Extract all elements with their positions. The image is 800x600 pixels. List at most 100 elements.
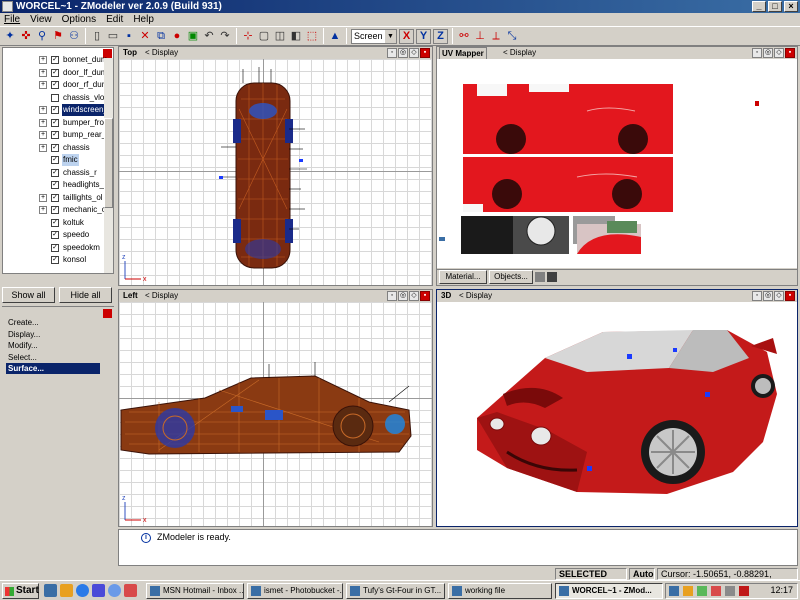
app-icon[interactable] bbox=[124, 584, 137, 597]
expand-icon[interactable]: + bbox=[39, 56, 47, 64]
visibility-checkbox[interactable]: ✓ bbox=[51, 256, 59, 264]
transform-icon[interactable]: ⤡ bbox=[505, 29, 519, 43]
box-view-icon[interactable]: ▢ bbox=[257, 29, 271, 43]
command-item[interactable]: Create... bbox=[6, 317, 100, 328]
viewport-canvas[interactable]: z x bbox=[119, 302, 432, 526]
command-item[interactable]: Select... bbox=[6, 352, 100, 363]
objects-button[interactable]: Objects... bbox=[489, 270, 533, 284]
tree-item[interactable]: ✓ speedo bbox=[3, 229, 103, 241]
cube-wire-icon[interactable]: ◧ bbox=[289, 29, 303, 43]
grid-snap-icon[interactable]: ⊹ bbox=[241, 29, 255, 43]
browser-icon[interactable] bbox=[76, 584, 89, 597]
axis-lock-icon[interactable]: ⟂ bbox=[489, 29, 503, 43]
save-file-icon[interactable]: ▪ bbox=[122, 29, 136, 43]
pointer-icon[interactable]: ▲ bbox=[328, 29, 342, 43]
extents-icon[interactable]: ◇ bbox=[409, 48, 419, 58]
pin-icon[interactable]: ◦ bbox=[752, 48, 762, 58]
pin-icon[interactable]: ◦ bbox=[387, 291, 397, 301]
visibility-checkbox[interactable]: ✓ bbox=[51, 106, 59, 114]
maximize-button[interactable]: □ bbox=[768, 1, 782, 12]
material-button[interactable]: Material... bbox=[439, 270, 487, 284]
start-button[interactable]: Start bbox=[2, 583, 39, 599]
menu-options[interactable]: Options bbox=[62, 13, 96, 26]
maximize-viewport-icon[interactable]: ▪ bbox=[420, 291, 430, 301]
expand-icon[interactable]: + bbox=[39, 81, 47, 89]
viewport-3d[interactable]: 3D < Display ◦ ◎ ◇ ▪ bbox=[436, 289, 798, 527]
zoom-icon[interactable]: ◎ bbox=[398, 48, 408, 58]
pin-icon[interactable]: ◦ bbox=[387, 48, 397, 58]
tree-item[interactable]: ✓ chassis_r bbox=[3, 167, 103, 179]
record-icon[interactable]: ● bbox=[170, 29, 184, 43]
run-tool-icon[interactable]: ⚑ bbox=[51, 29, 65, 43]
visibility-checkbox[interactable]: ✓ bbox=[51, 218, 59, 227]
tree-item[interactable]: + ✓ door_lf_dum bbox=[3, 67, 107, 79]
move-tool-icon[interactable]: ✜ bbox=[19, 29, 33, 43]
minimize-button[interactable]: _ bbox=[752, 1, 766, 12]
viewport-uv-mapper[interactable]: UV Mapper < Display ◦ ◎ ◇ ▪ Material... … bbox=[436, 46, 798, 286]
tree-item[interactable]: + ✓ bump_rear_ bbox=[3, 129, 106, 141]
maximize-view-icon[interactable]: ⬚ bbox=[305, 29, 319, 43]
axis-y-button[interactable]: Y bbox=[416, 28, 431, 44]
magnet-icon[interactable]: ⚯ bbox=[457, 29, 471, 43]
tree-item[interactable]: + ✓ windscreen_ bbox=[3, 104, 109, 116]
visibility-checkbox[interactable]: ✓ bbox=[51, 81, 59, 89]
figure-tool-icon[interactable]: ⚇ bbox=[67, 29, 81, 43]
tree-item[interactable]: + ✓ taillights_ol bbox=[3, 192, 103, 204]
visibility-checkbox[interactable]: ✓ bbox=[51, 56, 59, 64]
tree-item[interactable]: + ✓ mechanic_ok bbox=[3, 204, 110, 216]
visibility-checkbox[interactable]: ✓ bbox=[51, 68, 59, 77]
command-item[interactable]: Modify... bbox=[6, 340, 100, 351]
viewport-canvas[interactable] bbox=[437, 302, 797, 526]
taskbar-button[interactable]: MSN Hotmail - Inbox ... bbox=[146, 583, 244, 599]
axis-gizmo-icon[interactable]: ⊥ bbox=[473, 29, 487, 43]
maximize-viewport-icon[interactable]: ▪ bbox=[785, 48, 795, 58]
zoom-icon[interactable]: ◎ bbox=[763, 48, 773, 58]
tree-item[interactable]: ✓ speedokm bbox=[3, 242, 103, 254]
copy-icon[interactable]: ⧉ bbox=[154, 29, 168, 43]
menu-file[interactable]: File bbox=[4, 13, 20, 26]
visibility-checkbox[interactable]: ✓ bbox=[51, 181, 59, 189]
axis-x-button[interactable]: X bbox=[399, 28, 414, 44]
delete-icon[interactable]: ✕ bbox=[138, 29, 152, 43]
zoom-icon[interactable]: ◎ bbox=[763, 291, 773, 301]
taskbar-button[interactable]: WORCEL~1 - ZMod... bbox=[555, 583, 663, 599]
close-button[interactable]: × bbox=[784, 1, 798, 12]
tree-item[interactable]: + ✓ chassis bbox=[3, 142, 103, 154]
taskbar-button[interactable]: ismet - Photobucket -... bbox=[247, 583, 343, 599]
command-item[interactable]: Display... bbox=[6, 329, 100, 340]
viewport-top[interactable]: Top < Display ◦ ◎ ◇ ▪ z x bbox=[118, 46, 433, 286]
tree-item[interactable]: chassis_vlo bbox=[3, 92, 104, 104]
tree-scrollbar[interactable] bbox=[104, 58, 113, 273]
tray-app-icon[interactable] bbox=[683, 586, 693, 596]
explorer-icon[interactable] bbox=[60, 584, 73, 597]
menu-edit[interactable]: Edit bbox=[106, 13, 123, 26]
close-icon[interactable] bbox=[103, 309, 112, 318]
maximize-viewport-icon[interactable]: ▪ bbox=[785, 291, 795, 301]
expand-icon[interactable]: + bbox=[39, 68, 47, 77]
volume-icon[interactable] bbox=[725, 586, 735, 596]
viewport-mode[interactable]: < Display bbox=[459, 290, 492, 302]
undo-icon[interactable]: ↶ bbox=[202, 29, 216, 43]
swatch-icon[interactable] bbox=[547, 272, 557, 282]
messenger-icon[interactable] bbox=[92, 584, 105, 597]
visibility-checkbox[interactable]: ✓ bbox=[51, 131, 59, 139]
visibility-checkbox[interactable]: ✓ bbox=[51, 206, 59, 214]
render-icon[interactable]: ▣ bbox=[186, 29, 200, 43]
visibility-checkbox[interactable]: ✓ bbox=[51, 156, 59, 164]
taskbar-button[interactable]: working file bbox=[448, 583, 552, 599]
expand-icon[interactable]: + bbox=[39, 131, 47, 139]
menu-help[interactable]: Help bbox=[133, 13, 154, 26]
show-all-button[interactable]: Show all bbox=[2, 287, 55, 303]
tree-item[interactable]: + ✓ bonnet_dum bbox=[3, 54, 107, 66]
visibility-checkbox[interactable]: ✓ bbox=[51, 231, 59, 239]
tree-item[interactable]: ✓ koltuk bbox=[3, 217, 103, 229]
visibility-checkbox[interactable]: ✓ bbox=[51, 118, 59, 127]
viewport-canvas[interactable]: z x bbox=[119, 59, 432, 285]
tray-app-icon[interactable] bbox=[711, 586, 721, 596]
tree-item[interactable]: + ✓ bumper_fror bbox=[3, 117, 107, 129]
maximize-viewport-icon[interactable]: ▪ bbox=[420, 48, 430, 58]
command-item[interactable]: Surface... bbox=[6, 363, 100, 374]
uv-texture-canvas[interactable] bbox=[437, 59, 797, 268]
tree-item[interactable]: ✓ headlights_c bbox=[3, 179, 108, 191]
cube-view-icon[interactable]: ◫ bbox=[273, 29, 287, 43]
